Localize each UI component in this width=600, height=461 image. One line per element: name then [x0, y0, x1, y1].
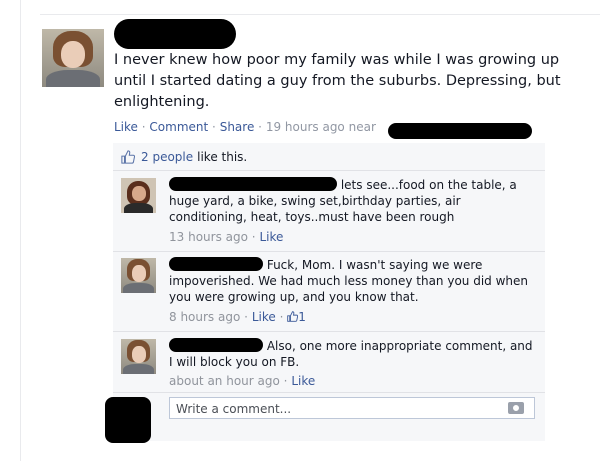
commenter-avatar[interactable]: [121, 258, 156, 293]
poster-avatar[interactable]: [42, 29, 104, 87]
left-divider: [20, 0, 21, 461]
top-divider: [40, 14, 600, 15]
comment-like-link[interactable]: Like: [259, 230, 283, 244]
share-link[interactable]: Share: [220, 120, 255, 134]
divider: [113, 392, 545, 393]
comment-text: Also, one more inappropriate comment, an…: [169, 338, 533, 369]
comment-meta: about an hour ago · Like: [169, 374, 316, 388]
likes-count[interactable]: 2 people: [141, 150, 193, 164]
post-text: I never knew how poor my family was whil…: [114, 52, 561, 110]
comment-like-link[interactable]: Like: [252, 310, 276, 324]
location-prefix: near: [348, 120, 376, 134]
commenter-avatar[interactable]: [121, 339, 156, 374]
divider: [113, 170, 545, 171]
comment-like-count[interactable]: 1: [287, 310, 306, 324]
comments-section: 2 people like this. lets see...food on t…: [105, 143, 545, 443]
comment-timestamp[interactable]: 8 hours ago: [169, 310, 240, 324]
post-meta: Like · Comment · Share · 19 hours ago ne…: [114, 120, 376, 134]
comment-meta: 8 hours ago · Like · 1: [169, 310, 306, 324]
divider: [113, 251, 545, 252]
like-link[interactable]: Like: [114, 120, 138, 134]
redacted-commenter-name: [169, 177, 337, 191]
thumbs-up-icon: [287, 311, 299, 322]
comment-meta: 13 hours ago · Like: [169, 230, 284, 244]
comment-timestamp[interactable]: about an hour ago: [169, 374, 280, 388]
comment-input[interactable]: Write a comment...: [169, 397, 535, 419]
redacted-viewer-avatar: [105, 397, 151, 443]
comment-like-link[interactable]: Like: [291, 374, 315, 388]
redacted-author-name: [114, 19, 236, 49]
comment-text: lets see...food on the table, a huge yar…: [169, 177, 517, 224]
commenter-avatar[interactable]: [121, 178, 156, 213]
camera-icon[interactable]: [508, 402, 524, 414]
redacted-commenter-name: [169, 338, 263, 352]
likes-suffix: like this.: [197, 150, 248, 164]
comment-timestamp[interactable]: 13 hours ago: [169, 230, 248, 244]
comment-link[interactable]: Comment: [149, 120, 208, 134]
redacted-location: [388, 123, 532, 139]
post-timestamp[interactable]: 19 hours ago: [266, 120, 345, 134]
likes-summary: 2 people like this.: [121, 150, 247, 164]
comment-text: Fuck, Mom. I wasn't saying we were impov…: [169, 257, 528, 304]
thumbs-up-icon: [121, 150, 136, 164]
divider: [113, 331, 545, 332]
redacted-commenter-name: [169, 257, 263, 271]
